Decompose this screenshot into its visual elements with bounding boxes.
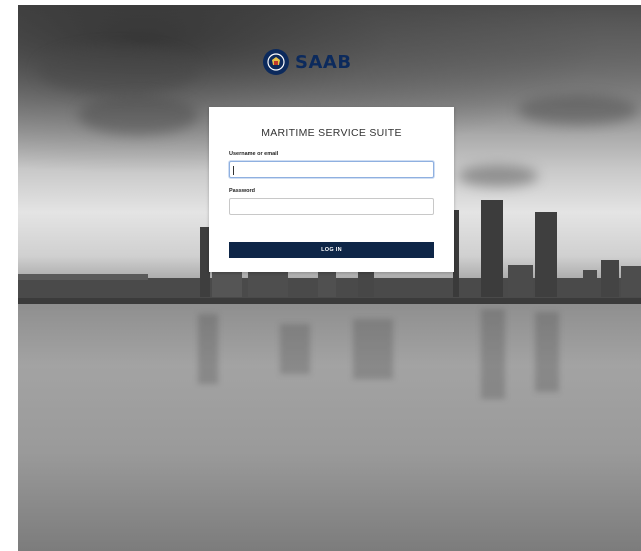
username-label: Username or email (229, 151, 279, 157)
app-title: MARITIME SERVICE SUITE (261, 127, 402, 139)
cloud (458, 165, 538, 187)
login-card: MARITIME SERVICE SUITE Username or email… (209, 107, 454, 272)
water-reflection (353, 319, 393, 379)
saab-logo: SAAB (263, 48, 352, 76)
cloud (38, 45, 198, 95)
saab-crown-emblem-icon (263, 49, 289, 75)
water-reflection (280, 324, 310, 374)
water-reflection (481, 309, 505, 399)
cloud (78, 95, 198, 135)
background-photo (18, 5, 641, 551)
password-input[interactable] (229, 198, 434, 215)
water-reflection (198, 314, 218, 384)
password-label: Password (229, 188, 255, 194)
brand-name: SAAB (295, 51, 352, 73)
text-caret (233, 166, 234, 175)
login-button[interactable]: LOG IN (229, 242, 434, 258)
water (18, 304, 641, 551)
cloud (518, 95, 638, 125)
water-reflection (535, 312, 559, 392)
username-input[interactable] (229, 161, 434, 178)
